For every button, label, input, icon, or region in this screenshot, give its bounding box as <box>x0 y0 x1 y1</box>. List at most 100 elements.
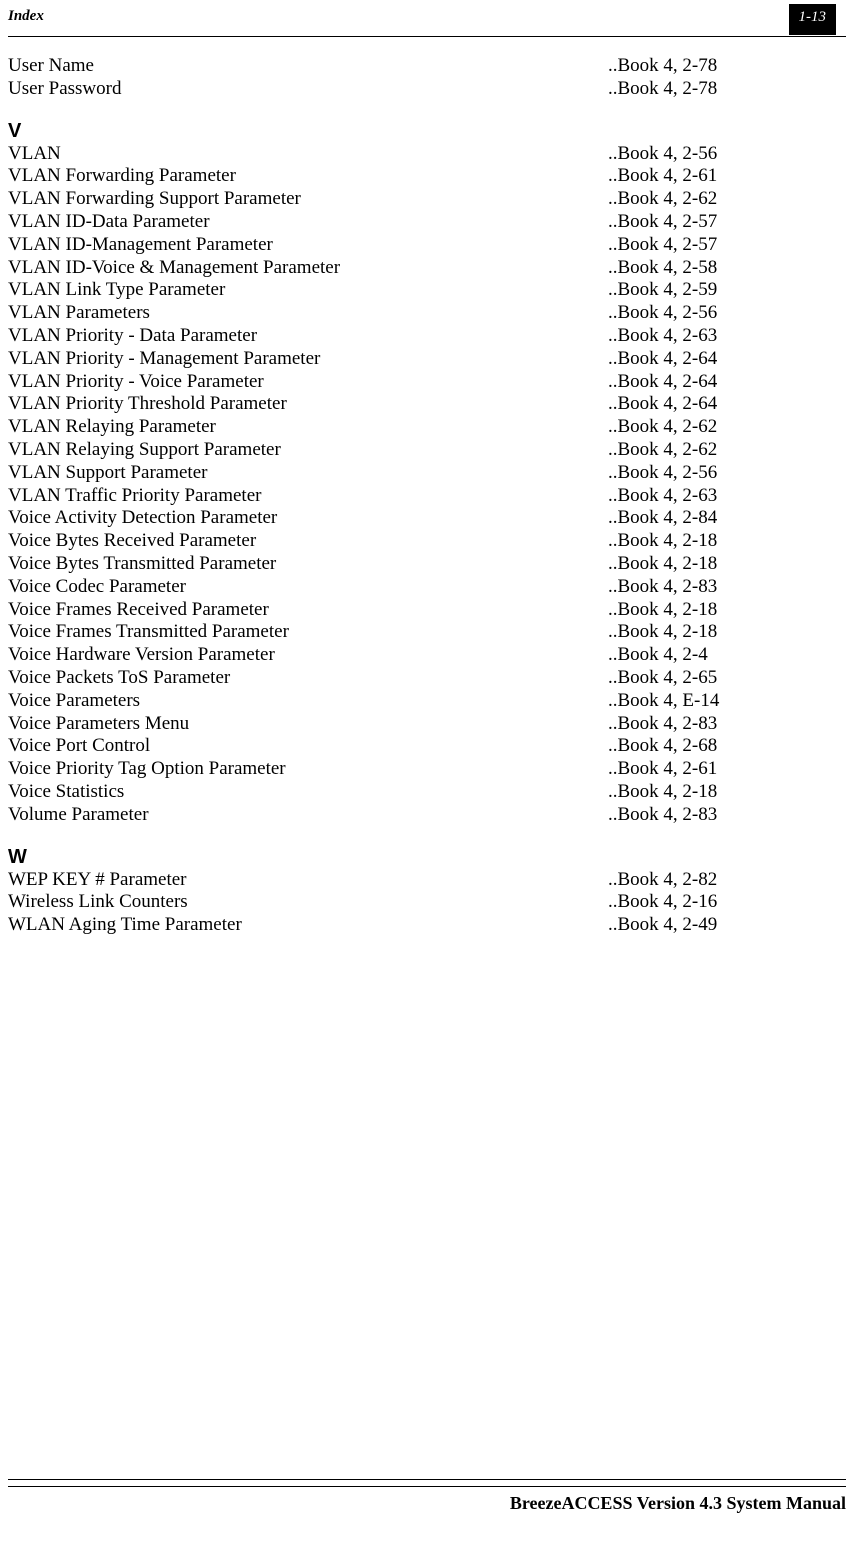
index-entry: VLAN Link Type Parameter..Book 4, 2-59 <box>8 279 846 302</box>
index-entry-ref: ..Book 4, 2-62 <box>608 188 846 211</box>
index-entry-term: VLAN Forwarding Parameter <box>8 165 608 188</box>
index-entry: Wireless Link Counters..Book 4, 2-16 <box>8 891 846 914</box>
index-entry-ref: ..Book 4, 2-18 <box>608 781 846 804</box>
index-entry-term: Voice Frames Received Parameter <box>8 599 608 622</box>
index-entry-ref: ..Book 4, 2-56 <box>608 302 846 325</box>
index-entry: VLAN Traffic Priority Parameter..Book 4,… <box>8 485 846 508</box>
index-entry: Voice Packets ToS Parameter..Book 4, 2-6… <box>8 667 846 690</box>
index-entry: VLAN ID-Data Parameter..Book 4, 2-57 <box>8 211 846 234</box>
index-entry-term: WLAN Aging Time Parameter <box>8 914 608 937</box>
index-entry: Voice Port Control..Book 4, 2-68 <box>8 735 846 758</box>
page-footer: BreezeACCESS Version 4.3 System Manual <box>8 1479 846 1514</box>
index-entry-ref: ..Book 4, 2-78 <box>608 55 846 78</box>
index-entry-term: WEP KEY # Parameter <box>8 869 608 892</box>
index-entry-ref: ..Book 4, 2-83 <box>608 713 846 736</box>
index-entry-term: Wireless Link Counters <box>8 891 608 914</box>
index-entry-term: VLAN Relaying Support Parameter <box>8 439 608 462</box>
index-entry: VLAN ID-Management Parameter..Book 4, 2-… <box>8 234 846 257</box>
index-entry-ref: ..Book 4, 2-58 <box>608 257 846 280</box>
index-entry: WEP KEY # Parameter..Book 4, 2-82 <box>8 869 846 892</box>
index-entry-term: Voice Bytes Received Parameter <box>8 530 608 553</box>
index-entry-term: VLAN Parameters <box>8 302 608 325</box>
index-entry-ref: ..Book 4, 2-18 <box>608 530 846 553</box>
index-entry-term: VLAN Traffic Priority Parameter <box>8 485 608 508</box>
index-entry-term: Voice Bytes Transmitted Parameter <box>8 553 608 576</box>
index-entry-ref: ..Book 4, 2-83 <box>608 804 846 827</box>
index-entry: VLAN Parameters..Book 4, 2-56 <box>8 302 846 325</box>
index-entry-term: User Name <box>8 55 608 78</box>
index-entry: Voice Frames Transmitted Parameter..Book… <box>8 621 846 644</box>
index-entry: VLAN..Book 4, 2-56 <box>8 143 846 166</box>
index-entry-term: Voice Parameters <box>8 690 608 713</box>
index-entry-term: VLAN Priority Threshold Parameter <box>8 393 608 416</box>
index-entry-ref: ..Book 4, 2-49 <box>608 914 846 937</box>
index-entry: VLAN Support Parameter..Book 4, 2-56 <box>8 462 846 485</box>
index-entry-term: VLAN <box>8 143 608 166</box>
index-entry-term: VLAN ID-Data Parameter <box>8 211 608 234</box>
index-section-letter: W <box>8 845 846 869</box>
index-entry-ref: ..Book 4, 2-56 <box>608 143 846 166</box>
index-entry-ref: ..Book 4, 2-62 <box>608 416 846 439</box>
index-entry-term: Voice Statistics <box>8 781 608 804</box>
index-entry-term: VLAN Priority - Voice Parameter <box>8 371 608 394</box>
index-entry-term: VLAN Relaying Parameter <box>8 416 608 439</box>
index-entry-ref: ..Book 4, 2-64 <box>608 348 846 371</box>
index-entry-term: Voice Hardware Version Parameter <box>8 644 608 667</box>
header-section-label: Index <box>8 8 44 25</box>
index-entry-term: Voice Priority Tag Option Parameter <box>8 758 608 781</box>
index-entry-term: Voice Codec Parameter <box>8 576 608 599</box>
index-entry-ref: ..Book 4, 2-57 <box>608 211 846 234</box>
index-entry: VLAN Priority Threshold Parameter..Book … <box>8 393 846 416</box>
index-entry-term: VLAN Forwarding Support Parameter <box>8 188 608 211</box>
index-entry: VLAN Priority - Management Parameter..Bo… <box>8 348 846 371</box>
index-entry-term: Voice Parameters Menu <box>8 713 608 736</box>
index-entry-ref: ..Book 4, 2-18 <box>608 553 846 576</box>
index-entry-ref: ..Book 4, 2-57 <box>608 234 846 257</box>
index-entry-ref: ..Book 4, 2-78 <box>608 78 846 101</box>
index-entry: VLAN Forwarding Support Parameter..Book … <box>8 188 846 211</box>
index-entry: Voice Bytes Transmitted Parameter..Book … <box>8 553 846 576</box>
index-entry: VLAN Priority - Voice Parameter..Book 4,… <box>8 371 846 394</box>
index-entry-ref: ..Book 4, 2-16 <box>608 891 846 914</box>
page-header: Index 1-13 <box>8 10 846 36</box>
index-entry-term: VLAN Priority - Management Parameter <box>8 348 608 371</box>
index-entry-ref: ..Book 4, 2-59 <box>608 279 846 302</box>
index-entry: Voice Codec Parameter..Book 4, 2-83 <box>8 576 846 599</box>
page-number-badge: 1-13 <box>789 4 837 35</box>
index-entry-ref: ..Book 4, 2-63 <box>608 325 846 348</box>
index-entry: VLAN Forwarding Parameter..Book 4, 2-61 <box>8 165 846 188</box>
index-entry: Voice Frames Received Parameter..Book 4,… <box>8 599 846 622</box>
index-entry-ref: ..Book 4, 2-62 <box>608 439 846 462</box>
index-entry-ref: ..Book 4, 2-18 <box>608 621 846 644</box>
index-entry: Voice Activity Detection Parameter..Book… <box>8 507 846 530</box>
index-entry-ref: ..Book 4, 2-56 <box>608 462 846 485</box>
index-entry-term: Voice Port Control <box>8 735 608 758</box>
index-entry-ref: ..Book 4, 2-61 <box>608 165 846 188</box>
index-entry: Voice Parameters..Book 4, E-14 <box>8 690 846 713</box>
index-entry: Voice Parameters Menu..Book 4, 2-83 <box>8 713 846 736</box>
index-entry-term: Voice Frames Transmitted Parameter <box>8 621 608 644</box>
index-entry-term: VLAN Support Parameter <box>8 462 608 485</box>
index-entry-ref: ..Book 4, 2-83 <box>608 576 846 599</box>
index-body: User Name..Book 4, 2-78User Password..Bo… <box>8 37 846 937</box>
index-entry: Voice Priority Tag Option Parameter..Boo… <box>8 758 846 781</box>
index-entry: VLAN Priority - Data Parameter..Book 4, … <box>8 325 846 348</box>
index-entry-ref: ..Book 4, 2-61 <box>608 758 846 781</box>
index-entry-ref: ..Book 4, 2-64 <box>608 393 846 416</box>
index-entry: Volume Parameter..Book 4, 2-83 <box>8 804 846 827</box>
index-entry-ref: ..Book 4, 2-68 <box>608 735 846 758</box>
index-entry-ref: ..Book 4, 2-64 <box>608 371 846 394</box>
index-entry: User Name..Book 4, 2-78 <box>8 55 846 78</box>
index-entry-ref: ..Book 4, 2-65 <box>608 667 846 690</box>
index-entry-term: Voice Packets ToS Parameter <box>8 667 608 690</box>
index-entry: Voice Hardware Version Parameter..Book 4… <box>8 644 846 667</box>
index-entry-term: VLAN Priority - Data Parameter <box>8 325 608 348</box>
index-entry-ref: ..Book 4, E-14 <box>608 690 846 713</box>
index-entry: VLAN ID-Voice & Management Parameter..Bo… <box>8 257 846 280</box>
index-entry-term: VLAN ID-Management Parameter <box>8 234 608 257</box>
index-entry: VLAN Relaying Support Parameter..Book 4,… <box>8 439 846 462</box>
index-entry: Voice Statistics..Book 4, 2-18 <box>8 781 846 804</box>
index-entry-ref: ..Book 4, 2-63 <box>608 485 846 508</box>
index-entry-ref: ..Book 4, 2-82 <box>608 869 846 892</box>
index-entry-term: Volume Parameter <box>8 804 608 827</box>
